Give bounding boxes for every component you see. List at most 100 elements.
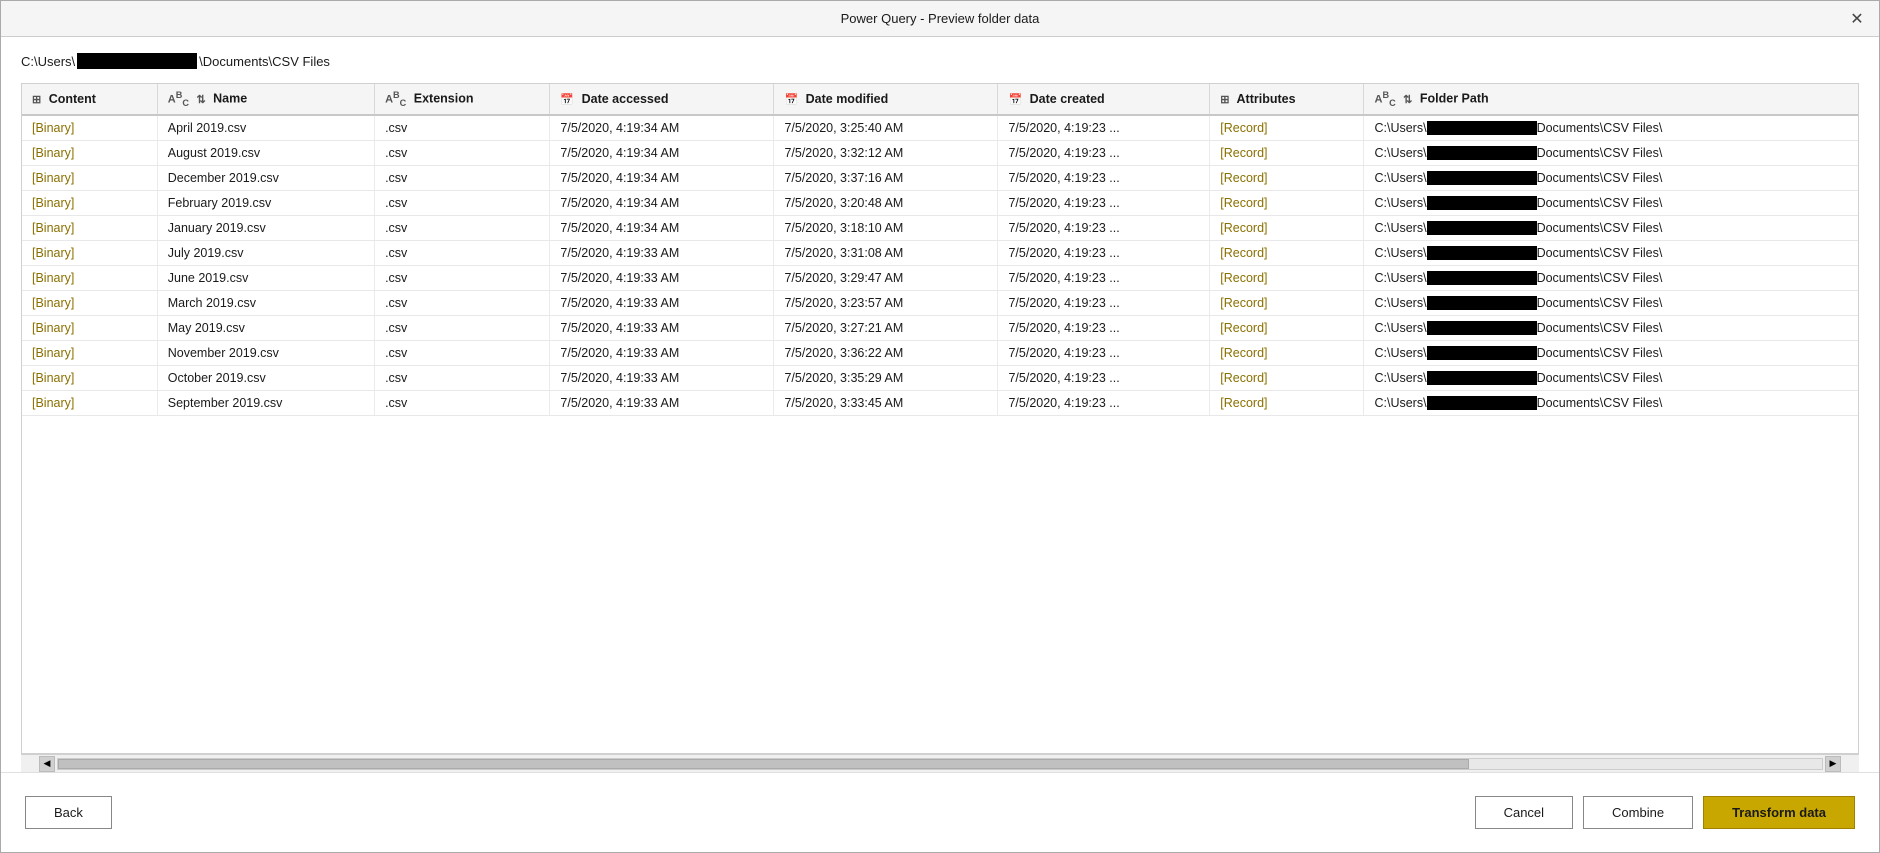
cell-date-accessed-10: 7/5/2020, 4:19:33 AM	[550, 365, 774, 390]
col-header-date-modified[interactable]: 📅 Date modified	[774, 84, 998, 115]
cell-date-accessed-3: 7/5/2020, 4:19:34 AM	[550, 190, 774, 215]
dialog-window: Power Query - Preview folder data ✕ C:\U…	[0, 0, 1880, 853]
binary-link-1[interactable]: [Binary]	[32, 146, 74, 160]
record-link-0[interactable]: [Record]	[1220, 121, 1267, 135]
record-link-5[interactable]: [Record]	[1220, 246, 1267, 260]
scroll-left-arrow[interactable]: ◀	[39, 756, 55, 772]
fp-redacted-5	[1427, 246, 1537, 260]
table-row: [Binary]December 2019.csv.csv7/5/2020, 4…	[22, 165, 1858, 190]
record-link-9[interactable]: [Record]	[1220, 346, 1267, 360]
cell-content-2[interactable]: [Binary]	[22, 165, 157, 190]
col-header-extension[interactable]: ABC Extension	[375, 84, 550, 115]
cell-content-9[interactable]: [Binary]	[22, 340, 157, 365]
cell-attributes-5[interactable]: [Record]	[1210, 240, 1364, 265]
combine-button[interactable]: Combine	[1583, 796, 1693, 829]
binary-link-3[interactable]: [Binary]	[32, 196, 74, 210]
cell-name-4: January 2019.csv	[157, 215, 374, 240]
fp-suffix-8: Documents\CSV Files\	[1537, 321, 1663, 335]
calendar-icon-created: 📅	[1008, 93, 1022, 106]
folder-path: C:\Users\ \Documents\CSV Files	[21, 53, 1859, 69]
table-row: [Binary]July 2019.csv.csv7/5/2020, 4:19:…	[22, 240, 1858, 265]
binary-link-2[interactable]: [Binary]	[32, 171, 74, 185]
col-label-date-accessed: Date accessed	[582, 92, 669, 106]
binary-link-8[interactable]: [Binary]	[32, 321, 74, 335]
record-link-2[interactable]: [Record]	[1220, 171, 1267, 185]
record-link-3[interactable]: [Record]	[1220, 196, 1267, 210]
record-link-7[interactable]: [Record]	[1220, 296, 1267, 310]
cell-date-accessed-2: 7/5/2020, 4:19:34 AM	[550, 165, 774, 190]
folder-path-cell-10: C:\Users\Documents\CSV Files\	[1374, 371, 1848, 385]
binary-link-11[interactable]: [Binary]	[32, 396, 74, 410]
cell-attributes-10[interactable]: [Record]	[1210, 365, 1364, 390]
record-link-4[interactable]: [Record]	[1220, 221, 1267, 235]
cell-attributes-8[interactable]: [Record]	[1210, 315, 1364, 340]
cell-content-3[interactable]: [Binary]	[22, 190, 157, 215]
col-header-date-accessed[interactable]: 📅 Date accessed	[550, 84, 774, 115]
cell-attributes-4[interactable]: [Record]	[1210, 215, 1364, 240]
record-link-6[interactable]: [Record]	[1220, 271, 1267, 285]
folder-path-cell-0: C:\Users\Documents\CSV Files\	[1374, 121, 1848, 135]
close-button[interactable]: ✕	[1843, 5, 1871, 33]
cell-attributes-2[interactable]: [Record]	[1210, 165, 1364, 190]
cell-content-10[interactable]: [Binary]	[22, 365, 157, 390]
cell-content-0[interactable]: [Binary]	[22, 115, 157, 141]
cell-attributes-1[interactable]: [Record]	[1210, 140, 1364, 165]
record-link-1[interactable]: [Record]	[1220, 146, 1267, 160]
binary-link-5[interactable]: [Binary]	[32, 246, 74, 260]
cell-attributes-0[interactable]: [Record]	[1210, 115, 1364, 141]
cell-content-8[interactable]: [Binary]	[22, 315, 157, 340]
cell-extension-8: .csv	[375, 315, 550, 340]
scroll-right-arrow[interactable]: ▶	[1825, 756, 1841, 772]
binary-link-4[interactable]: [Binary]	[32, 221, 74, 235]
binary-link-9[interactable]: [Binary]	[32, 346, 74, 360]
data-table-container[interactable]: ⊞ Content ABC ⇅ Name ABC Extension	[21, 83, 1859, 754]
cell-extension-0: .csv	[375, 115, 550, 141]
fp-redacted-10	[1427, 371, 1537, 385]
cell-content-1[interactable]: [Binary]	[22, 140, 157, 165]
cell-extension-7: .csv	[375, 290, 550, 315]
col-header-folder-path[interactable]: ABC ⇅ Folder Path	[1364, 84, 1858, 115]
horizontal-scrollbar[interactable]: ◀ ▶	[21, 754, 1859, 772]
table-row: [Binary]August 2019.csv.csv7/5/2020, 4:1…	[22, 140, 1858, 165]
scrollbar-thumb[interactable]	[58, 759, 1469, 769]
fp-prefix-6: C:\Users\	[1374, 271, 1426, 285]
record-link-11[interactable]: [Record]	[1220, 396, 1267, 410]
fp-suffix-4: Documents\CSV Files\	[1537, 221, 1663, 235]
col-header-name[interactable]: ABC ⇅ Name	[157, 84, 374, 115]
col-label-name: Name	[213, 92, 247, 106]
cell-attributes-3[interactable]: [Record]	[1210, 190, 1364, 215]
cell-content-7[interactable]: [Binary]	[22, 290, 157, 315]
cell-date-accessed-5: 7/5/2020, 4:19:33 AM	[550, 240, 774, 265]
cell-attributes-9[interactable]: [Record]	[1210, 340, 1364, 365]
text-icon-name: ABC	[168, 90, 189, 108]
cell-extension-9: .csv	[375, 340, 550, 365]
col-label-attributes: Attributes	[1237, 92, 1296, 106]
cell-date-modified-7: 7/5/2020, 3:23:57 AM	[774, 290, 998, 315]
fp-redacted-9	[1427, 346, 1537, 360]
record-link-8[interactable]: [Record]	[1220, 321, 1267, 335]
binary-link-7[interactable]: [Binary]	[32, 296, 74, 310]
binary-link-0[interactable]: [Binary]	[32, 121, 74, 135]
col-label-content: Content	[49, 92, 96, 106]
cell-attributes-11[interactable]: [Record]	[1210, 390, 1364, 415]
cell-attributes-7[interactable]: [Record]	[1210, 290, 1364, 315]
cell-attributes-6[interactable]: [Record]	[1210, 265, 1364, 290]
col-header-attributes[interactable]: ⊞ Attributes	[1210, 84, 1364, 115]
record-link-10[interactable]: [Record]	[1220, 371, 1267, 385]
binary-link-10[interactable]: [Binary]	[32, 371, 74, 385]
back-button[interactable]: Back	[25, 796, 112, 829]
col-header-date-created[interactable]: 📅 Date created	[998, 84, 1210, 115]
cell-content-5[interactable]: [Binary]	[22, 240, 157, 265]
binary-link-6[interactable]: [Binary]	[32, 271, 74, 285]
col-header-content[interactable]: ⊞ Content	[22, 84, 157, 115]
transform-data-button[interactable]: Transform data	[1703, 796, 1855, 829]
cell-content-4[interactable]: [Binary]	[22, 215, 157, 240]
cell-content-6[interactable]: [Binary]	[22, 265, 157, 290]
scrollbar-track[interactable]	[57, 758, 1823, 770]
col-label-date-created: Date created	[1030, 92, 1105, 106]
table-body: [Binary]April 2019.csv.csv7/5/2020, 4:19…	[22, 115, 1858, 416]
fp-redacted-11	[1427, 396, 1537, 410]
cell-folder-path-3: C:\Users\Documents\CSV Files\	[1364, 190, 1858, 215]
cell-content-11[interactable]: [Binary]	[22, 390, 157, 415]
cancel-button[interactable]: Cancel	[1475, 796, 1573, 829]
